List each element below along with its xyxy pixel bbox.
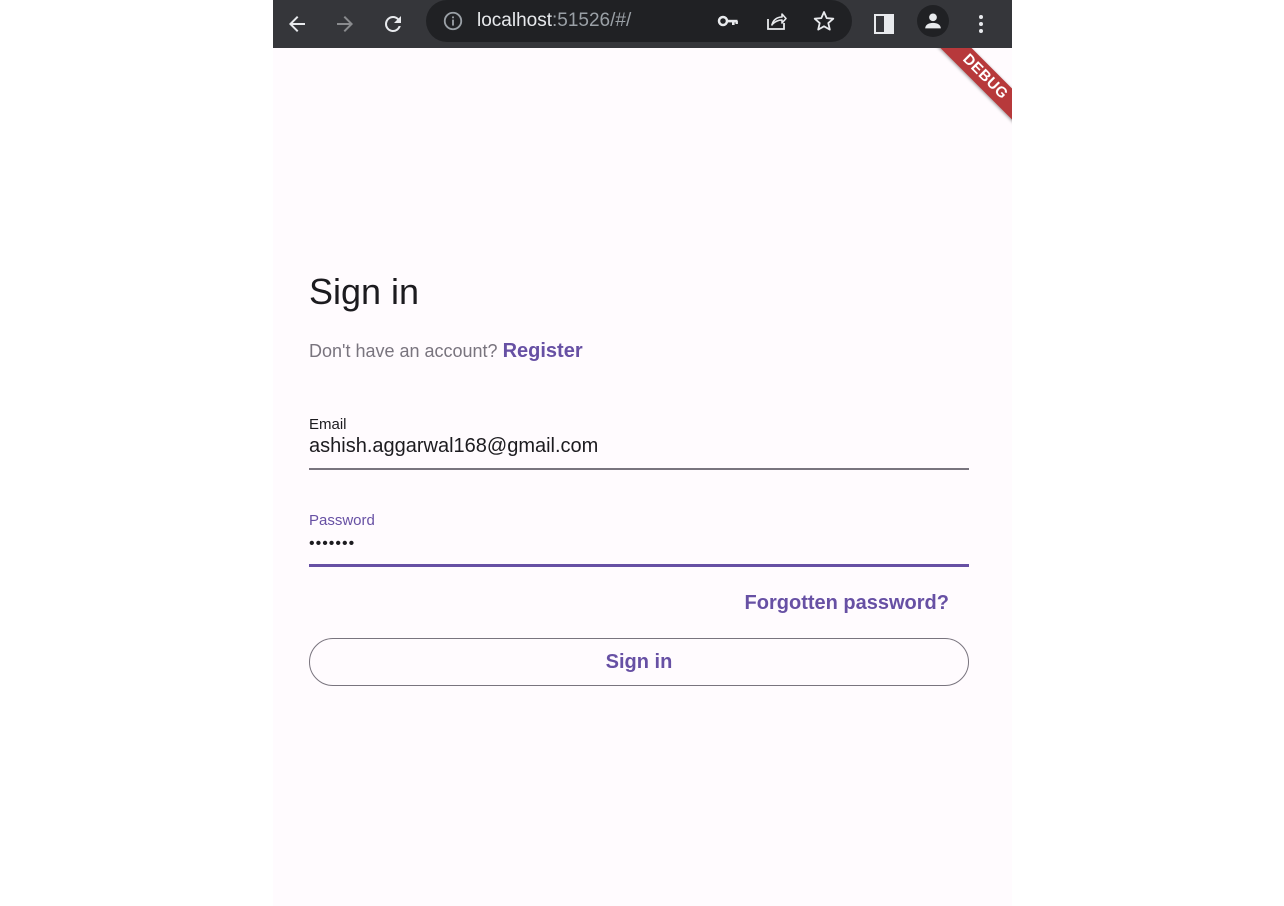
browser-window: localhost:51526/#/ DEBUG Sign in Don't h… [273, 0, 1012, 906]
share-icon[interactable] [763, 8, 789, 34]
side-panel-icon[interactable] [864, 4, 904, 44]
reload-icon[interactable] [373, 4, 413, 44]
email-field[interactable]: Email ashish.aggarwal168@gmail.com [309, 416, 969, 470]
password-underline-focused [309, 564, 969, 567]
url-path: :51526/#/ [552, 10, 632, 31]
forward-arrow-icon[interactable] [325, 4, 365, 44]
star-icon[interactable] [811, 8, 837, 34]
register-link[interactable]: Register [503, 340, 583, 362]
forgot-password-link[interactable]: Forgotten password? [745, 590, 949, 616]
url-host: localhost [477, 10, 552, 31]
profile-icon[interactable] [917, 5, 949, 37]
info-icon[interactable] [442, 10, 464, 32]
debug-banner: DEBUG [907, 48, 1012, 138]
password-field[interactable]: Password ••••••• [309, 512, 969, 568]
email-underline [309, 468, 969, 470]
email-input[interactable]: ashish.aggarwal168@gmail.com [309, 434, 598, 458]
debug-ribbon-label: DEBUG [927, 48, 1012, 135]
browser-toolbar: localhost:51526/#/ [273, 0, 1012, 48]
address-bar[interactable]: localhost:51526/#/ [426, 0, 852, 42]
password-input[interactable]: ••••••• [309, 532, 355, 556]
url-text: localhost:51526/#/ [477, 10, 631, 32]
no-account-text: Don't have an account? [309, 341, 498, 361]
more-vert-icon[interactable] [961, 4, 1001, 44]
register-prompt: Don't have an account? Register [309, 338, 583, 364]
page-title: Sign in [309, 271, 420, 312]
sign-in-button[interactable]: Sign in [309, 638, 969, 686]
email-label: Email [309, 416, 347, 433]
password-label: Password [309, 512, 375, 529]
key-icon[interactable] [715, 8, 741, 34]
back-arrow-icon[interactable] [277, 4, 317, 44]
